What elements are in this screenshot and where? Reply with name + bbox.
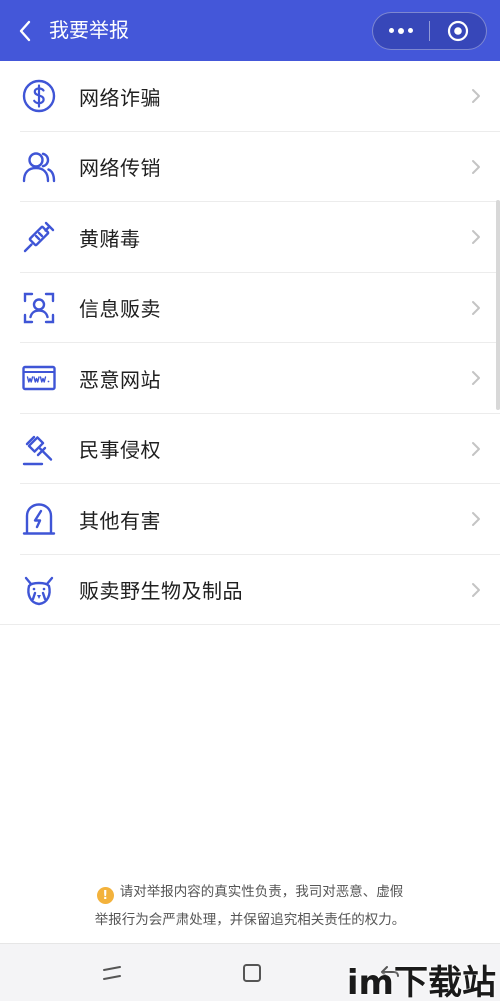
recent-apps-icon	[103, 966, 121, 980]
chevron-right-icon	[472, 371, 480, 386]
chevron-right-icon	[472, 512, 480, 527]
recent-apps-button[interactable]	[72, 944, 152, 1001]
face-scan-icon	[20, 289, 58, 327]
disclaimer-notice: ! 请对举报内容的真实性负责，我司对恶意、虚假 举报行为会严肃处理，并保留追究相关…	[0, 878, 500, 934]
chevron-right-icon	[472, 159, 480, 174]
list-item-porn-gambling-drugs[interactable]: 黄赌毒	[0, 202, 500, 273]
list-item-malicious-site[interactable]: 恶意网站	[0, 343, 500, 414]
list-item-pyramid-scheme[interactable]: 网络传销	[0, 132, 500, 203]
lightning-shield-icon	[20, 500, 58, 538]
syringe-icon	[20, 218, 58, 256]
notice-text-1: 请对举报内容的真实性负责，我司对恶意、虚假	[119, 884, 404, 900]
more-button[interactable]	[373, 12, 429, 50]
www-browser-icon	[20, 359, 58, 397]
list-item-label: 黄赌毒	[79, 226, 141, 251]
title-bar: 我要举报	[0, 0, 500, 61]
list-item-wildlife-trade[interactable]: 贩卖野生物及制品	[0, 555, 500, 626]
gavel-icon	[20, 430, 58, 468]
list-item-label: 网络诈骗	[79, 85, 161, 110]
chevron-right-icon	[472, 89, 480, 104]
list-item-info-selling[interactable]: 信息贩卖	[0, 273, 500, 344]
report-category-list: 网络诈骗 网络传销 黄赌毒 信息贩卖 恶意网站 民事侵权 其他有害 贩卖野生物及…	[0, 61, 500, 625]
notice-line-1: ! 请对举报内容的真实性负责，我司对恶意、虚假	[0, 878, 500, 906]
more-dots-icon	[389, 28, 413, 34]
back-button[interactable]	[12, 16, 38, 46]
list-item-label: 贩卖野生物及制品	[79, 579, 243, 604]
chevron-right-icon	[472, 441, 480, 456]
list-item-label: 其他有害	[79, 508, 161, 533]
list-item-fraud[interactable]: 网络诈骗	[0, 61, 500, 132]
list-item-label: 民事侵权	[79, 438, 161, 463]
page-title: 我要举报	[49, 18, 129, 42]
warning-icon: !	[96, 887, 114, 904]
notice-text-2: 举报行为会严肃处理，并保留追究相关责任的权力。	[94, 912, 406, 928]
list-item-label: 信息贩卖	[79, 297, 161, 322]
chevron-right-icon	[472, 230, 480, 245]
site-watermark: im下载站	[346, 963, 496, 1001]
wild-animal-icon	[20, 571, 58, 609]
dollar-coin-icon	[20, 77, 58, 115]
home-icon	[243, 964, 261, 982]
chevron-right-icon	[472, 582, 480, 597]
edge-scroll-handle[interactable]	[496, 200, 500, 410]
list-item-label: 恶意网站	[79, 367, 161, 392]
list-item-label: 网络传销	[79, 156, 161, 181]
target-circle-icon	[447, 20, 469, 42]
chevron-left-icon	[19, 20, 31, 42]
list-item-other-harmful[interactable]: 其他有害	[0, 484, 500, 555]
close-button[interactable]	[430, 12, 486, 50]
list-item-civil-infringement[interactable]: 民事侵权	[0, 414, 500, 485]
home-button[interactable]	[212, 944, 292, 1001]
chevron-right-icon	[472, 300, 480, 315]
people-icon	[20, 148, 58, 186]
mini-program-capsule	[372, 12, 487, 50]
